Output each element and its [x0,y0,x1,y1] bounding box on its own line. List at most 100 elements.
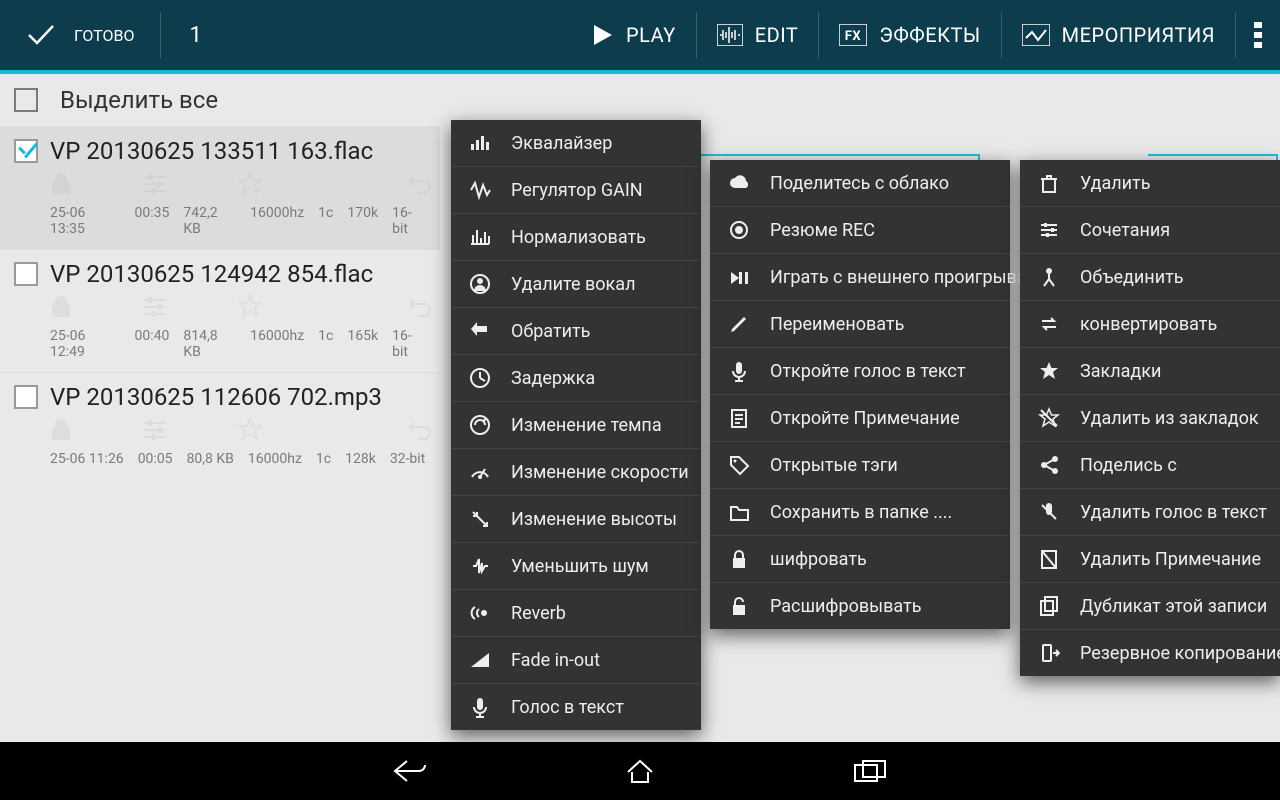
more-menu: Удалить Сочетания Объединитьконвертировать… [1020,160,1280,676]
speed-icon [469,461,491,483]
fx-button[interactable]: FX ЭФФЕКТЫ [819,0,1000,70]
menu-item[interactable]: Объединить [1020,254,1280,301]
item-meta: 25-06 11:2600:0580,8 KB16000hz1c128k32-b… [14,451,426,467]
check-icon [26,23,56,47]
rec-icon [728,219,750,241]
menu-item-label: Дубликат этой записи [1080,596,1267,617]
menu-item[interactable]: Поделитесь с облако [710,160,1010,207]
menu-item[interactable]: Открытые тэги [710,442,1010,489]
list-item[interactable]: VP 20130625 124942 854.flac 25-06 12:490… [0,249,440,372]
events-label: МЕРОПРИЯТИЯ [1062,23,1215,47]
menu-item[interactable]: Fade in-out [451,637,701,684]
home-button[interactable] [620,756,660,786]
menu-item-label: Удалить Примечание [1080,549,1261,570]
menu-item[interactable]: Расшифровывать [710,583,1010,629]
menu-item-label: Эквалайзер [511,133,612,154]
done-label: ГОТОВО [74,26,134,45]
item-title: VP 20130625 112606 702.mp3 [50,383,382,411]
menu-item-label: Переименовать [770,314,904,335]
back-button[interactable] [390,756,430,786]
menu-item[interactable]: Откройте Примечание [710,395,1010,442]
menu-item[interactable]: Reverb [451,590,701,637]
menu-item[interactable]: Уменьшить шум [451,543,701,590]
overflow-icon [1254,20,1262,50]
file-list: VP 20130625 133511 163.flac 25-06 13:350… [0,126,440,479]
play-label: PLAY [626,23,676,47]
star-icon [238,294,262,318]
overflow-button[interactable] [1236,0,1280,70]
menu-item[interactable]: Задержка [451,355,701,402]
menu-item-label: Удалить голос в текст [1080,502,1267,523]
merge-icon [1038,266,1060,288]
menu-item[interactable]: Нормализовать [451,214,701,261]
select-all-label: Выделить все [60,86,218,114]
menu-item[interactable]: Удалить [1020,160,1280,207]
menu-item[interactable]: Удалите вокал [451,261,701,308]
menu-item-label: Открытые тэги [770,455,898,476]
edit-label: EDIT [755,23,799,47]
trash-icon [1038,172,1060,194]
menu-item-label: Задержка [511,368,595,389]
menu-item-label: Поделитесь с облако [770,173,949,194]
menu-item-label: Удалите вокал [511,274,636,295]
note-icon [728,407,750,429]
item-checkbox[interactable] [14,385,38,409]
menu-item[interactable]: Голос в текст [451,684,701,730]
select-all-checkbox[interactable] [14,88,38,112]
menu-item-label: Откройте голос в текст [770,361,966,382]
menu-item[interactable]: Откройте голос в текст [710,348,1010,395]
edit-button[interactable]: EDIT [697,0,819,70]
menu-item[interactable]: Удалить голос в текст [1020,489,1280,536]
dup-icon [1038,595,1060,617]
list-item[interactable]: VP 20130625 133511 163.flac 25-06 13:350… [0,126,440,249]
menu-item[interactable]: Сохранить в папке .... [710,489,1010,536]
events-button[interactable]: МЕРОПРИЯТИЯ [1002,0,1235,70]
tag-icon [728,454,750,476]
undo-icon[interactable] [408,175,432,199]
menu-item[interactable]: Изменение высоты [451,496,701,543]
item-meta: 25-06 12:4900:40814,8 KB16000hz1c165k16-… [14,328,426,360]
menu-item[interactable]: Изменение темпа [451,402,701,449]
menu-item[interactable]: Поделись с [1020,442,1280,489]
menu-item-label: Изменение высоты [511,509,677,530]
list-item[interactable]: VP 20130625 112606 702.mp3 25-06 11:2600… [0,372,440,479]
undo-icon[interactable] [408,298,432,322]
menu-item[interactable]: Дубликат этой записи [1020,583,1280,630]
vocal-icon [469,273,491,295]
menu-item-label: Регулятор GAIN [511,180,643,201]
menu-item-label: Сочетания [1080,220,1170,241]
menu-item-label: Закладки [1080,361,1161,382]
menu-item[interactable]: Играть с внешнего проигрывателя [710,254,1010,301]
menu-item-label: Голос в текст [511,697,624,718]
undo-icon[interactable] [408,421,432,445]
rev-icon [469,320,491,342]
star-icon [238,417,262,441]
lock-icon [50,172,72,194]
menu-item[interactable]: Изменение скорости [451,449,701,496]
recent-button[interactable] [850,756,890,786]
sliders-icon [1038,219,1060,241]
item-checkbox[interactable] [14,262,38,286]
select-all-row[interactable]: Выделить все [0,74,1280,126]
done-button[interactable]: ГОТОВО [0,0,160,70]
menu-item[interactable]: Сочетания [1020,207,1280,254]
fx-menu: Эквалайзер Регулятор GAIN Нормализовать Уда… [451,120,701,730]
menu-item[interactable]: Закладки [1020,348,1280,395]
menu-item[interactable]: конвертировать [1020,301,1280,348]
menu-item[interactable]: Удалить из закладок [1020,395,1280,442]
item-meta: 25-06 13:3500:35742,2 KB16000hz1c170k16-… [14,205,426,237]
menu-item[interactable]: Обратить [451,308,701,355]
menu-item[interactable]: Резервное копирование на обла [1020,630,1280,676]
menu-item[interactable]: Переименовать [710,301,1010,348]
menu-item[interactable]: Удалить Примечание [1020,536,1280,583]
menu-item[interactable]: Эквалайзер [451,120,701,167]
menu-item[interactable]: Регулятор GAIN [451,167,701,214]
svg-text:FX: FX [845,29,862,44]
item-checkbox[interactable] [14,139,38,163]
play-button[interactable]: PLAY [572,0,696,70]
menu-item[interactable]: шифровать [710,536,1010,583]
sliders-icon [142,172,168,194]
events-menu: Поделитесь с облако Резюме RECИграть с вн… [710,160,1010,629]
menu-item-label: Удалить [1080,173,1150,194]
menu-item[interactable]: Резюме REC [710,207,1010,254]
